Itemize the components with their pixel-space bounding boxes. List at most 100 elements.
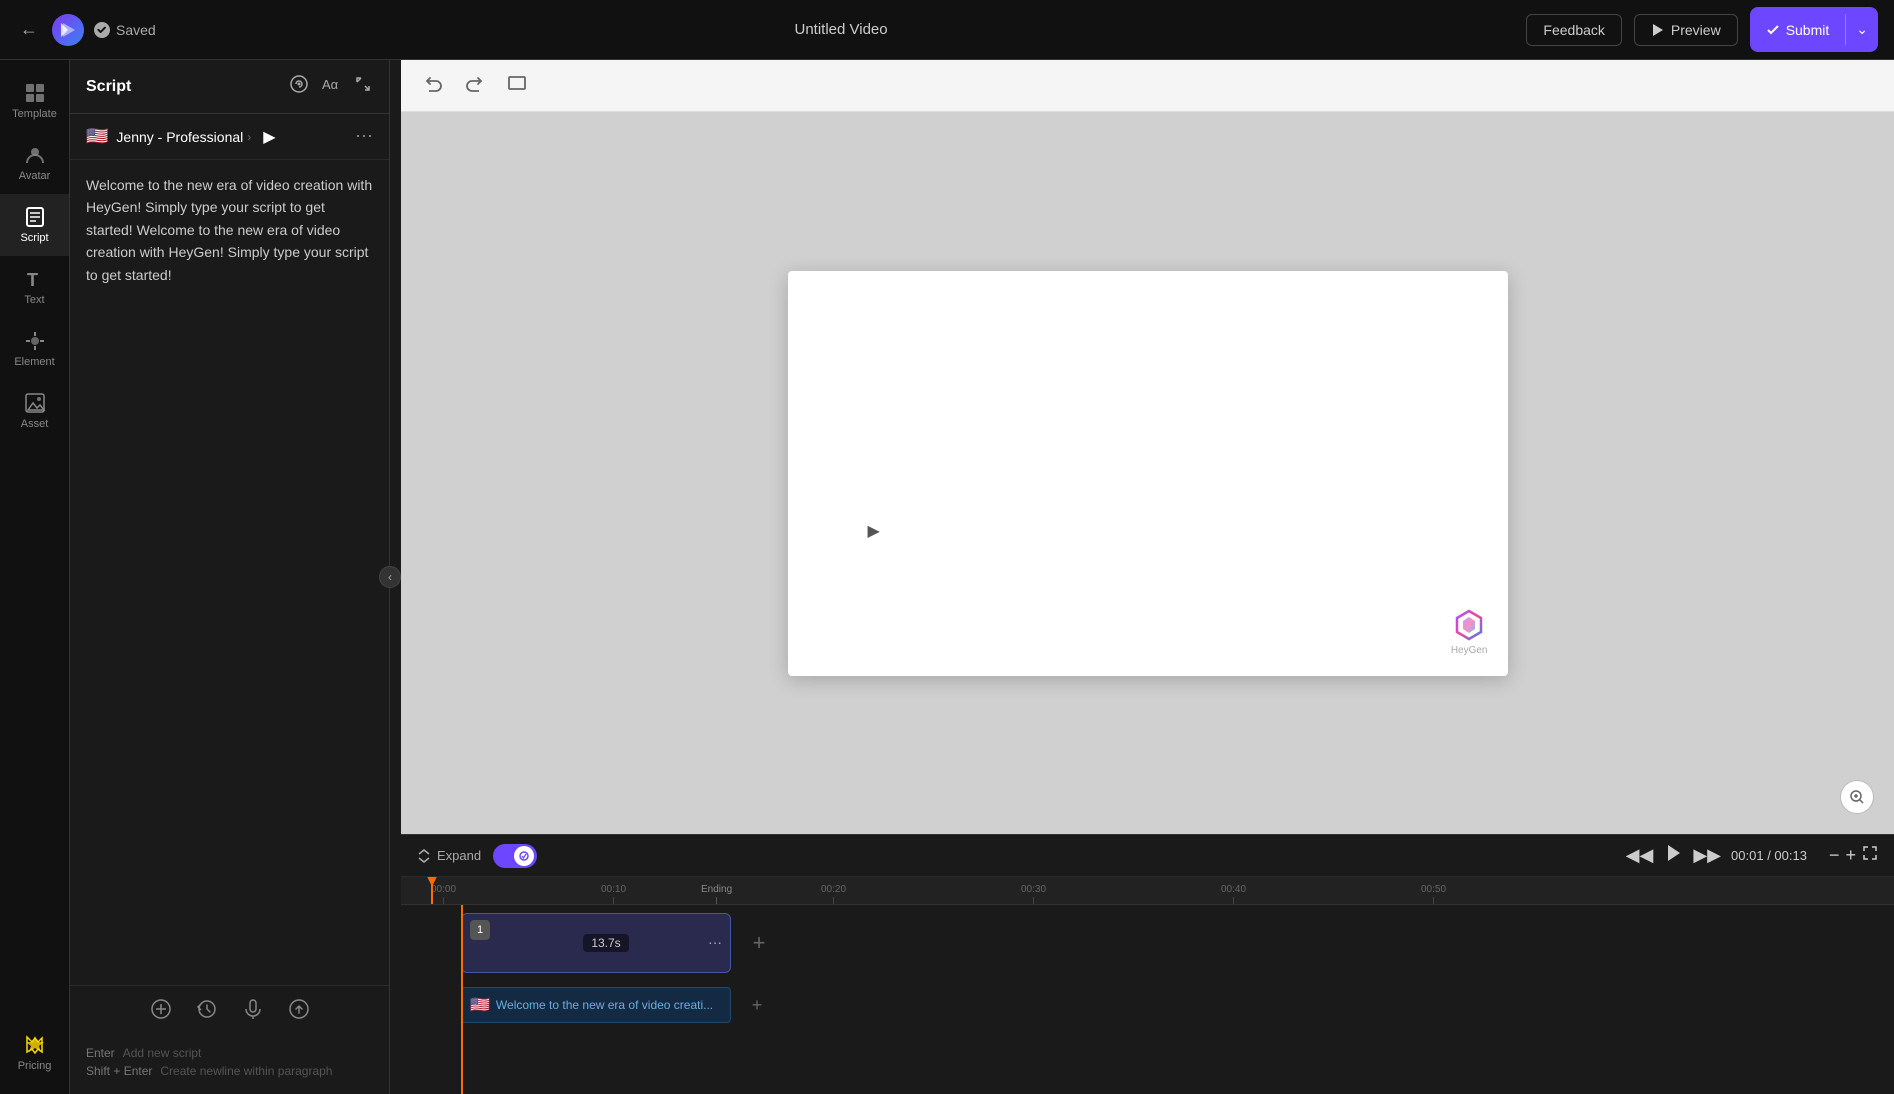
script-panel: Script Aα: [70, 60, 390, 1094]
sidebar-item-asset[interactable]: Asset: [0, 380, 69, 442]
sidebar-item-template-label: Template: [12, 108, 57, 120]
ruler-playhead: [431, 877, 433, 905]
element-icon: [24, 330, 46, 352]
subtitle-block[interactable]: 🇺🇸 Welcome to the new era of video creat…: [461, 987, 731, 1023]
voice-record-button[interactable]: [242, 998, 264, 1026]
check-icon: [1766, 23, 1780, 37]
sidebar-item-element-label: Element: [14, 356, 54, 368]
back-button[interactable]: ←: [16, 15, 42, 44]
add-scene-script-button[interactable]: [150, 998, 172, 1026]
translate-button[interactable]: Aα: [321, 74, 341, 99]
upload-audio-button[interactable]: [288, 998, 310, 1026]
preview-button[interactable]: Preview: [1634, 14, 1738, 46]
avatar-selector-row: 🇺🇸 Jenny - Professional › ▶ ⋯: [70, 114, 389, 160]
heygen-watermark: HeyGen: [1451, 607, 1488, 656]
avatar-flag: 🇺🇸: [86, 126, 108, 147]
script-hint-enter: Enter Add new script: [86, 1046, 373, 1060]
timeline-time-display: 00:01 / 00:13: [1731, 848, 1807, 863]
icon-sidebar: Template Avatar Script T Text: [0, 60, 70, 1094]
canvas-area: ▶ HeyGen: [401, 60, 1894, 1094]
script-text-area[interactable]: Welcome to the new era of video creation…: [70, 160, 389, 985]
ruler-track: 00:00 00:10 Ending 00:20: [401, 877, 1894, 905]
cursor-arrow: ▶: [868, 521, 880, 541]
subtitle-track: 🇺🇸 Welcome to the new era of video creat…: [401, 987, 1894, 1025]
expand-icon: [417, 849, 431, 863]
hint-desc-shift-enter: Create newline within paragraph: [160, 1064, 332, 1078]
text-icon: T: [24, 268, 46, 290]
add-scene-button[interactable]: +: [743, 927, 775, 959]
timeline-expand-button[interactable]: Expand: [417, 848, 481, 863]
redo-button[interactable]: [459, 69, 491, 103]
scene-track: 1 13.7s ⋯ +: [401, 913, 1894, 977]
feedback-button[interactable]: Feedback: [1526, 14, 1621, 46]
undo-button[interactable]: [417, 69, 449, 103]
timeline-play-button[interactable]: [1663, 843, 1683, 868]
timeline-zoom-in-button[interactable]: +: [1845, 845, 1856, 866]
timeline-zoom-out-button[interactable]: −: [1829, 845, 1840, 866]
ruler-mark-4: 00:40: [1221, 884, 1246, 905]
topbar-left: ← Saved: [16, 14, 156, 46]
timeline-skip-forward-button[interactable]: ▶▶: [1693, 845, 1721, 866]
history-button[interactable]: [196, 998, 218, 1026]
timeline: Expand ◀◀ ▶▶: [401, 834, 1894, 1094]
ruler-mark-0: 00:00: [431, 884, 456, 905]
avatar-more-button[interactable]: ⋯: [355, 126, 373, 147]
add-subtitle-button[interactable]: +: [743, 991, 771, 1019]
avatar-dropdown-chevron: ›: [247, 130, 251, 144]
sidebar-item-template[interactable]: Template: [0, 70, 69, 132]
collapse-panel-handle[interactable]: ‹: [379, 566, 401, 588]
script-panel-header: Script Aα: [70, 60, 389, 114]
toggle-thumb: [514, 846, 534, 866]
script-hints: Enter Add new script Shift + Enter Creat…: [70, 1038, 389, 1094]
canvas-slide[interactable]: ▶ HeyGen: [788, 271, 1508, 676]
hint-desc-enter: Add new script: [123, 1046, 202, 1060]
zoom-button[interactable]: [1840, 780, 1874, 814]
fit-screen-button[interactable]: [501, 69, 533, 103]
heygen-logo: [1451, 607, 1487, 643]
hint-key-enter: Enter: [86, 1046, 115, 1060]
expand-panel-button[interactable]: [353, 74, 373, 99]
ai-assist-button[interactable]: [289, 74, 309, 99]
play-icon: [1651, 23, 1665, 37]
sidebar-item-pricing[interactable]: Pricing: [0, 1022, 69, 1084]
subtitle-flag: 🇺🇸: [470, 995, 490, 1015]
script-icon: [24, 206, 46, 228]
timeline-skip-back-button[interactable]: ◀◀: [1626, 845, 1654, 866]
main-layout: Template Avatar Script T Text: [0, 60, 1894, 1094]
timeline-subtitle-toggle[interactable]: [493, 844, 537, 868]
submit-button-group: Submit ⌄: [1750, 7, 1878, 52]
sidebar-item-avatar[interactable]: Avatar: [0, 132, 69, 194]
scene-duration: 13.7s: [583, 934, 628, 952]
video-title[interactable]: Untitled Video: [794, 21, 887, 38]
saved-status: Saved: [94, 22, 156, 38]
scene-more-button[interactable]: ⋯: [708, 935, 722, 952]
scene-number: 1: [470, 920, 490, 940]
sidebar-item-avatar-label: Avatar: [19, 170, 51, 182]
topbar: ← Saved Untitled Video Feedback Preview …: [0, 0, 1894, 60]
timeline-zoom-controls: − +: [1829, 845, 1878, 866]
script-toolbar: [70, 985, 389, 1038]
avatar-play-button[interactable]: ▶: [263, 127, 275, 147]
sidebar-item-asset-label: Asset: [21, 418, 49, 430]
sidebar-item-text[interactable]: T Text: [0, 256, 69, 318]
script-hint-shift-enter: Shift + Enter Create newline within para…: [86, 1064, 373, 1078]
scene-block[interactable]: 1 13.7s ⋯: [461, 913, 731, 973]
avatar-name-button[interactable]: Jenny - Professional ›: [116, 129, 251, 145]
expand-label: Expand: [437, 848, 481, 863]
sidebar-item-text-label: Text: [24, 294, 44, 306]
script-text-content[interactable]: Welcome to the new era of video creation…: [86, 174, 373, 286]
avatar-icon: [24, 144, 46, 166]
heygen-watermark-text: HeyGen: [1451, 645, 1488, 656]
timeline-fullscreen-button[interactable]: [1862, 845, 1878, 866]
sidebar-item-element[interactable]: Element: [0, 318, 69, 380]
hint-key-shift-enter: Shift + Enter: [86, 1064, 152, 1078]
canvas-viewport[interactable]: ▶ HeyGen: [401, 112, 1894, 834]
ruler-mark-3: 00:30: [1021, 884, 1046, 905]
timeline-toolbar: Expand ◀◀ ▶▶: [401, 835, 1894, 877]
sidebar-item-pricing-label: Pricing: [18, 1060, 52, 1072]
sidebar-item-script[interactable]: Script: [0, 194, 69, 256]
submit-main-button[interactable]: Submit: [1750, 15, 1846, 45]
timeline-tracks: 1 13.7s ⋯ + 🇺🇸 Welcome to the new era of…: [401, 905, 1894, 1094]
svg-text:Aα: Aα: [322, 77, 339, 92]
submit-dropdown-button[interactable]: ⌄: [1845, 14, 1878, 45]
